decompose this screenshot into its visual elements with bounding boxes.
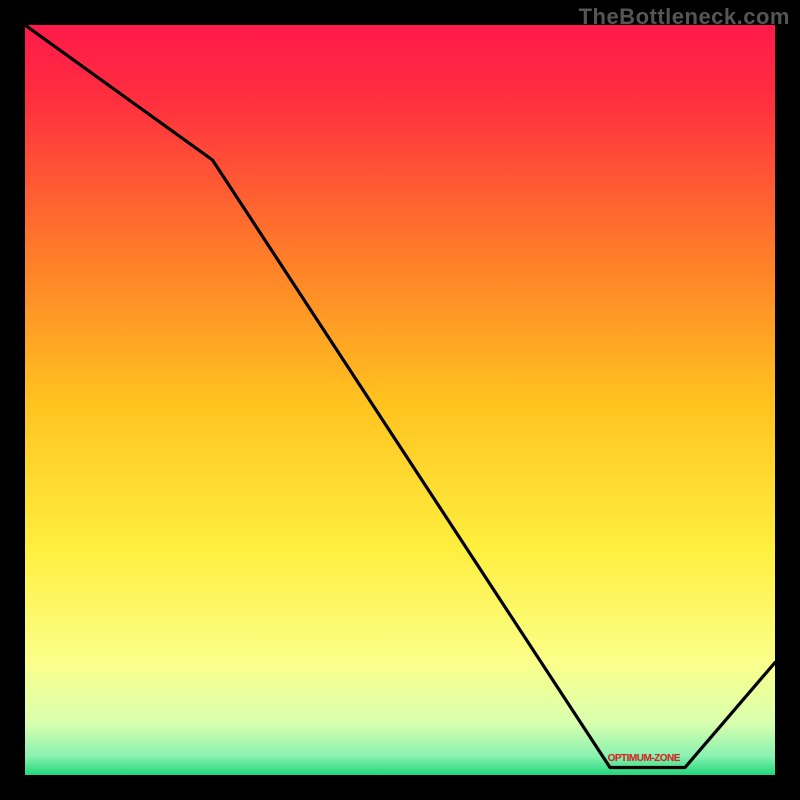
chart-svg	[25, 25, 775, 775]
chart-frame: TheBottleneck.com OPTIMUM-ZONE	[0, 0, 800, 800]
gradient-background	[25, 25, 775, 775]
plot-area: OPTIMUM-ZONE	[25, 25, 775, 775]
optimum-zone-label: OPTIMUM-ZONE	[608, 753, 680, 764]
